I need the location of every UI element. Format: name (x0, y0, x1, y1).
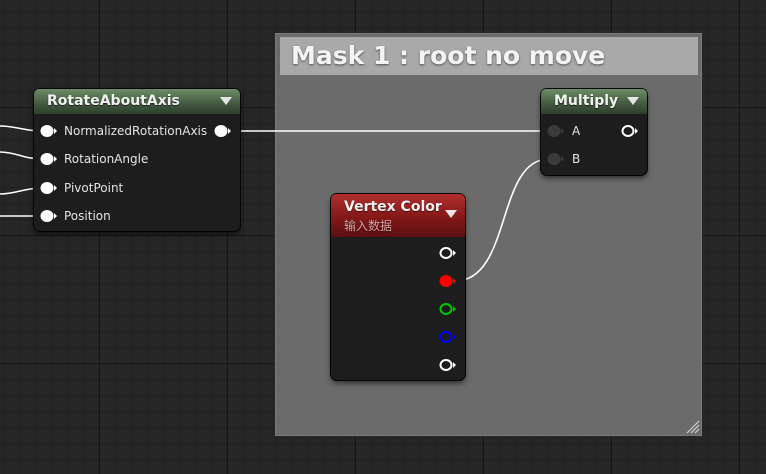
chevron-down-icon[interactable] (445, 210, 457, 218)
pin-label: A (572, 124, 581, 138)
input-pin-rotationangle[interactable] (40, 152, 58, 166)
node-header[interactable]: Multiply (541, 89, 647, 114)
comment-title[interactable]: Mask 1 : root no move (280, 37, 698, 75)
node-subtitle: 输入数据 (344, 219, 393, 233)
node-header[interactable]: Vertex Color 输入数据 (331, 194, 465, 237)
pin-label: Position (64, 209, 111, 223)
input-pin-position[interactable] (40, 209, 58, 223)
input-pin-a[interactable] (547, 124, 565, 138)
node-title: RotateAboutAxis (47, 93, 180, 109)
chevron-down-icon[interactable] (627, 97, 639, 105)
pin-label: B (572, 152, 581, 166)
output-pin[interactable] (214, 124, 232, 138)
input-pin-b[interactable] (547, 152, 565, 166)
output-pin-a[interactable] (439, 358, 457, 372)
resize-grip-icon[interactable] (684, 418, 700, 434)
output-pin-b[interactable] (439, 330, 457, 344)
input-pin-pivotpoint[interactable] (40, 181, 58, 195)
pin-label: RotationAngle (64, 152, 149, 166)
node-title: Multiply (554, 93, 619, 109)
output-pin[interactable] (621, 124, 639, 138)
output-pin-g[interactable] (439, 302, 457, 316)
pin-label: PivotPoint (64, 181, 124, 195)
input-pin-normalizedrotationaxis[interactable] (40, 124, 58, 138)
node-title: Vertex Color (344, 199, 442, 215)
vertex-color-node[interactable]: Vertex Color 输入数据 (331, 194, 465, 380)
chevron-down-icon[interactable] (220, 97, 232, 105)
rotate-about-axis-node[interactable]: RotateAboutAxis NormalizedRotationAxis R… (34, 89, 240, 231)
pin-label: NormalizedRotationAxis (64, 124, 208, 138)
output-pin-r[interactable] (439, 274, 457, 288)
node-header[interactable]: RotateAboutAxis (34, 89, 240, 114)
multiply-node[interactable]: Multiply A B (541, 89, 647, 175)
output-pin-rgb[interactable] (439, 246, 457, 260)
